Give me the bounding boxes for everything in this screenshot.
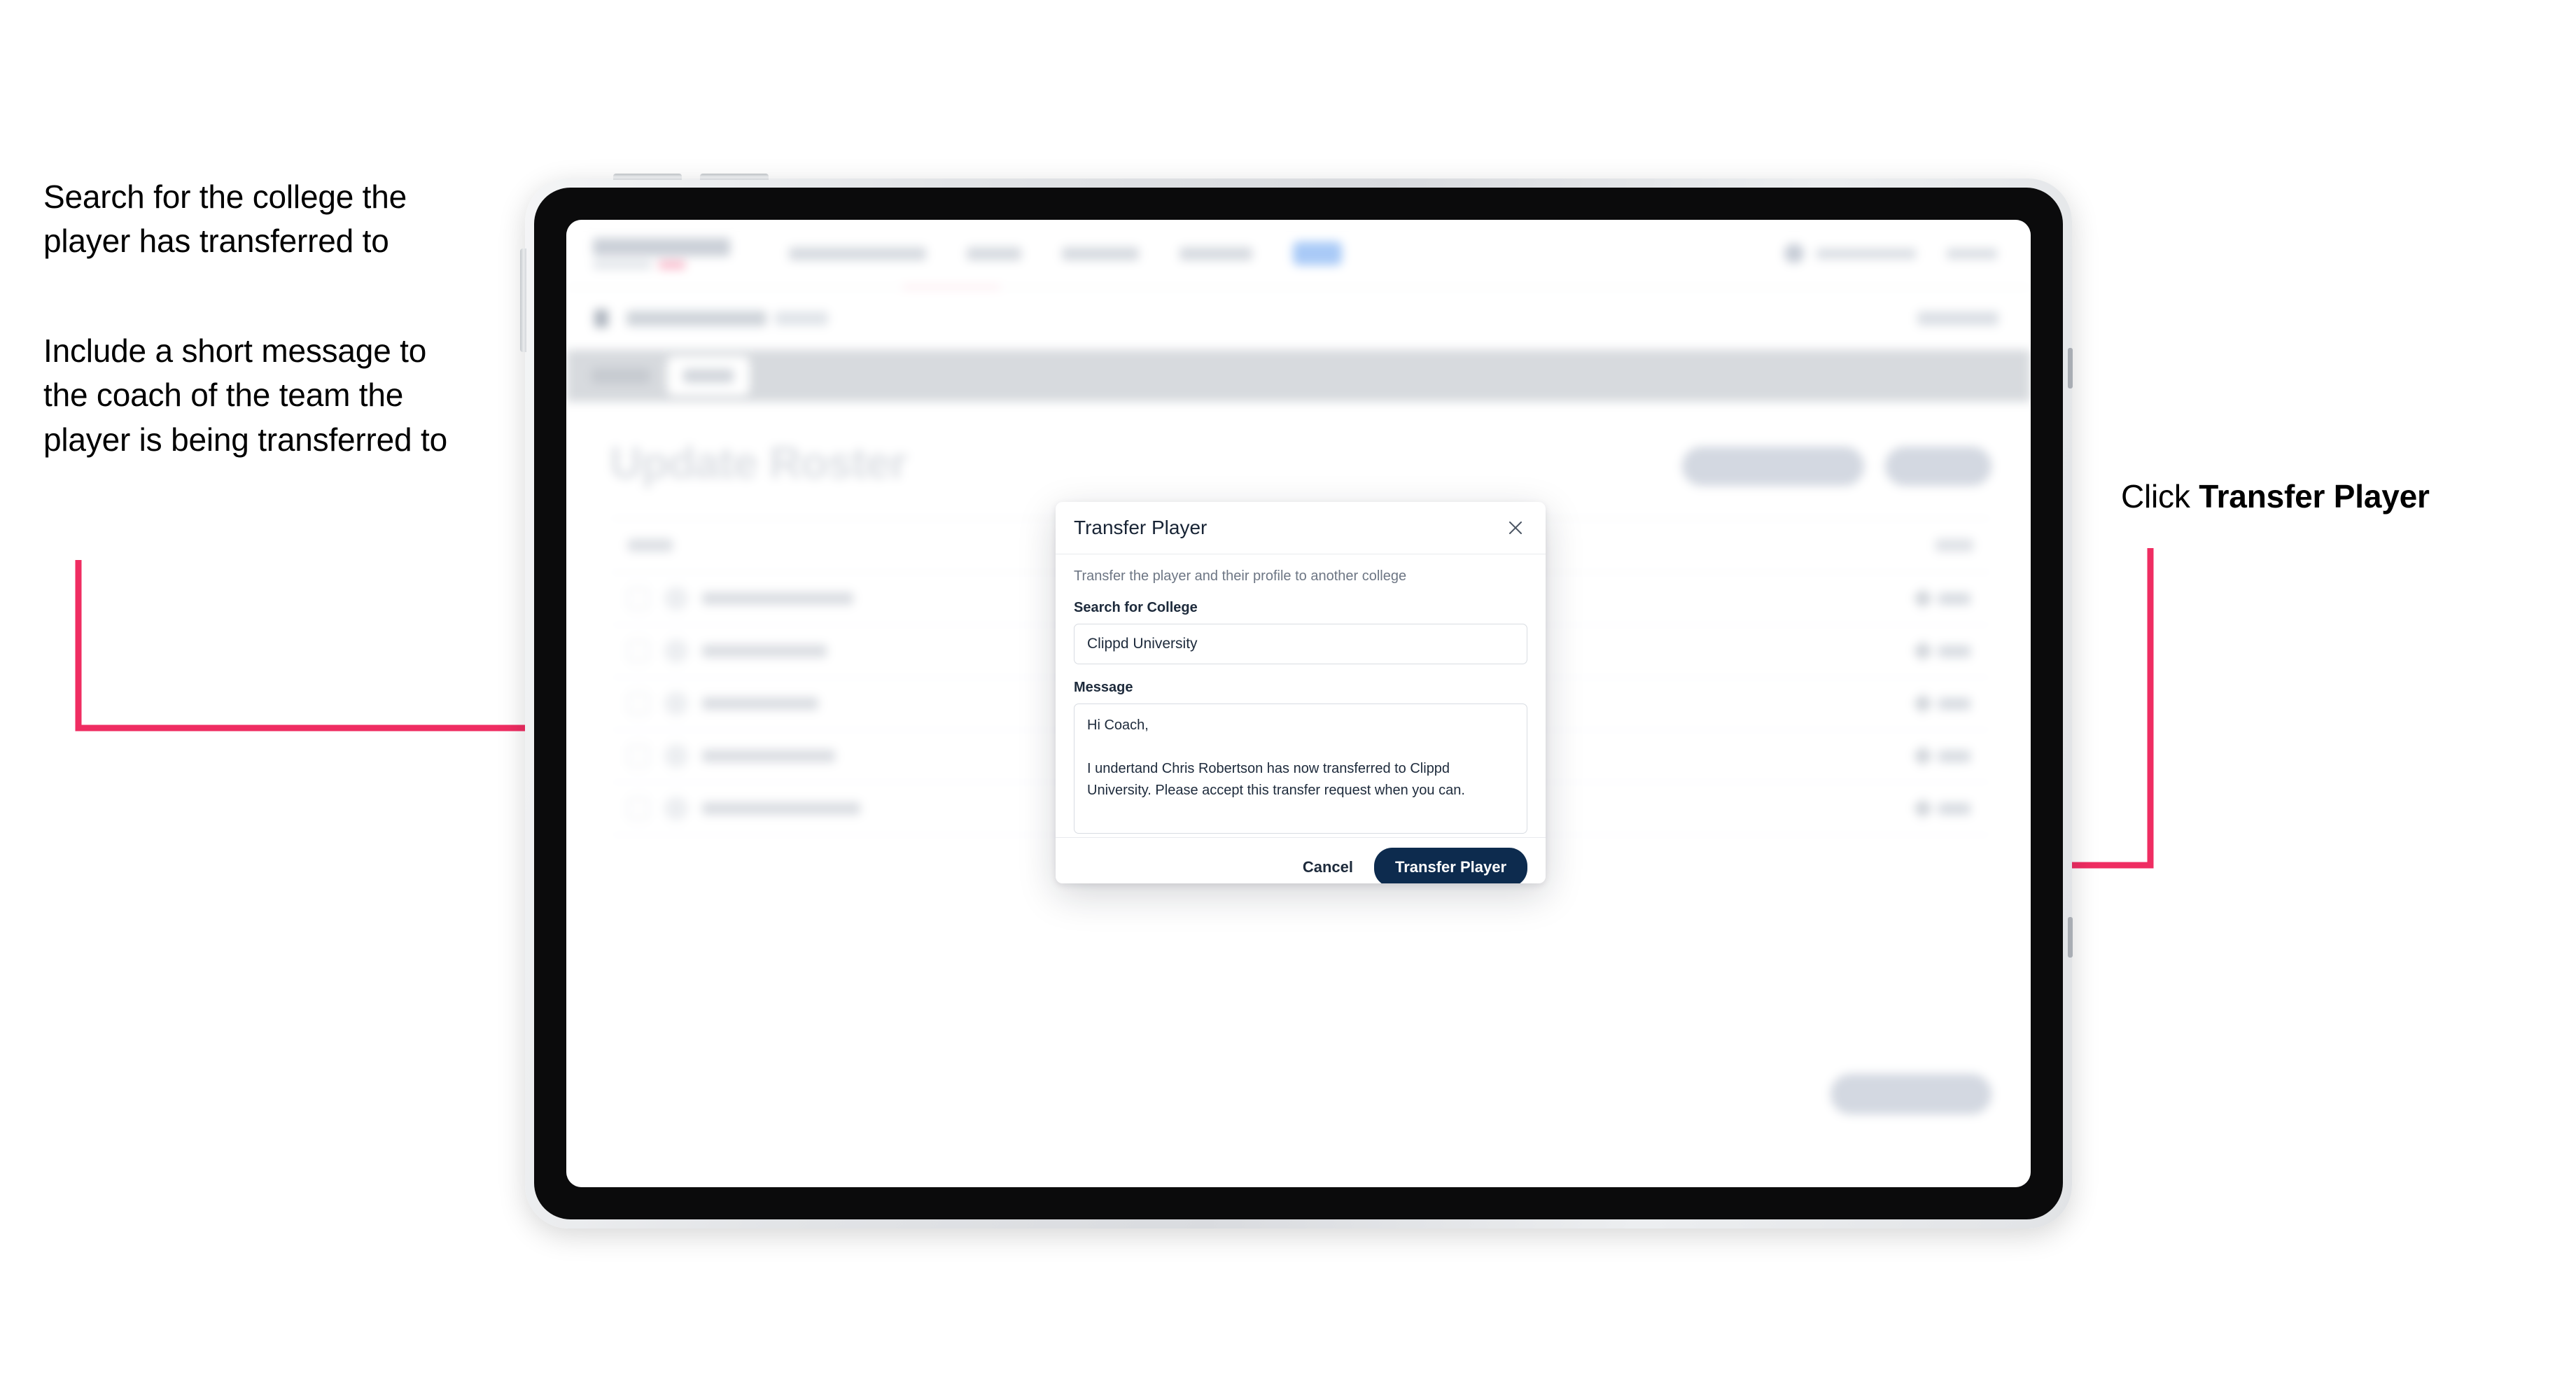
transfer-player-dialog: Transfer Player Transfer the player and … (1056, 502, 1546, 883)
dialog-header: Transfer Player (1056, 502, 1546, 554)
annotation-bold: Transfer Player (2199, 478, 2430, 514)
volume-down-button[interactable] (700, 174, 769, 180)
row-checkbox[interactable] (628, 588, 649, 609)
tab-details[interactable] (592, 368, 650, 384)
annotation-search-college: Search for the college the player has tr… (43, 178, 407, 260)
logo-subtitle-text (593, 261, 652, 269)
row-checkbox[interactable] (628, 746, 649, 766)
logo-subtitle (593, 261, 730, 269)
header-account-area (1784, 244, 1997, 263)
page-title: Update Roster (610, 438, 907, 488)
edit-action[interactable] (1912, 588, 1970, 609)
dialog-footer: Cancel Transfer Player (1056, 837, 1546, 883)
avatar (664, 639, 688, 663)
message-field-label: Message (1074, 680, 1133, 695)
nav-item-2[interactable] (967, 246, 1021, 260)
avatar[interactable] (1784, 244, 1804, 263)
player-name (702, 592, 853, 605)
edit-action[interactable] (1912, 640, 1970, 662)
dialog-body: Transfer the player and their profile to… (1056, 554, 1546, 837)
column-header-email (628, 539, 673, 552)
subbar-cancel-link[interactable] (1917, 312, 1998, 326)
avatar (664, 744, 688, 768)
logo-accent-badge (659, 261, 685, 269)
shield-icon (594, 309, 608, 328)
save-and-continue-button[interactable] (1830, 1074, 1991, 1114)
nav-item-3[interactable] (1062, 246, 1139, 260)
subbar-subtitle (775, 312, 828, 326)
nav-item-1[interactable] (789, 246, 926, 260)
antenna-line-bottom (2068, 917, 2073, 958)
player-name (702, 750, 835, 762)
dialog-title: Transfer Player (1074, 517, 1208, 538)
row-checkbox[interactable] (628, 640, 649, 662)
row-checkbox[interactable] (628, 693, 649, 714)
tab-roster[interactable] (667, 356, 750, 396)
app-subbar (566, 288, 2031, 350)
pencil-icon (1912, 588, 1933, 609)
player-name (702, 645, 827, 657)
pencil-icon (1912, 693, 1933, 714)
top-actions (1682, 447, 1991, 486)
logo-wordmark (593, 238, 730, 256)
subbar-title (626, 311, 766, 326)
pencil-icon (1912, 746, 1933, 766)
antenna-line-top (2068, 348, 2073, 388)
annotation-prefix: Click (2121, 478, 2199, 514)
request-roster-update-button[interactable] (1682, 447, 1864, 486)
player-name (702, 802, 860, 815)
dialog-description: Transfer the player and their profile to… (1074, 568, 1407, 584)
player-name (702, 697, 818, 710)
edit-label (1938, 592, 1970, 605)
edit-label (1938, 802, 1970, 815)
add-player-button[interactable] (1885, 447, 1991, 486)
row-checkbox[interactable] (628, 798, 649, 819)
app-nav (789, 241, 1342, 265)
annotation-include-message: Include a short message to the coach of … (43, 332, 447, 458)
power-button[interactable] (520, 248, 526, 352)
message-textarea[interactable] (1074, 704, 1527, 834)
avatar (664, 587, 688, 610)
nav-item-active[interactable] (1293, 241, 1342, 265)
pencil-icon (1912, 640, 1933, 662)
avatar (664, 692, 688, 715)
annotation-click-transfer-player: Click Transfer Player (2121, 475, 2513, 519)
close-icon[interactable] (1504, 516, 1527, 540)
sign-out-link[interactable] (1947, 248, 1997, 259)
edit-action[interactable] (1912, 798, 1970, 819)
volume-up-button[interactable] (613, 174, 682, 180)
edit-label (1938, 697, 1970, 710)
nav-item-4[interactable] (1180, 246, 1252, 260)
pencil-icon (1912, 798, 1933, 819)
edit-action[interactable] (1912, 746, 1970, 766)
search-college-input[interactable] (1074, 624, 1527, 664)
app-header (566, 220, 2031, 289)
transfer-player-button[interactable]: Transfer Player (1374, 848, 1527, 883)
edit-label (1938, 645, 1970, 657)
tab-roster-label (683, 369, 734, 383)
avatar (664, 797, 688, 820)
app-tabbar (566, 350, 2031, 402)
college-field-label: Search for College (1074, 600, 1198, 615)
account-email (1816, 248, 1916, 259)
cancel-button[interactable]: Cancel (1300, 853, 1356, 882)
app-logo[interactable] (593, 238, 730, 269)
edit-action[interactable] (1912, 693, 1970, 714)
column-header-edit (1935, 539, 1973, 552)
edit-label (1938, 750, 1970, 762)
